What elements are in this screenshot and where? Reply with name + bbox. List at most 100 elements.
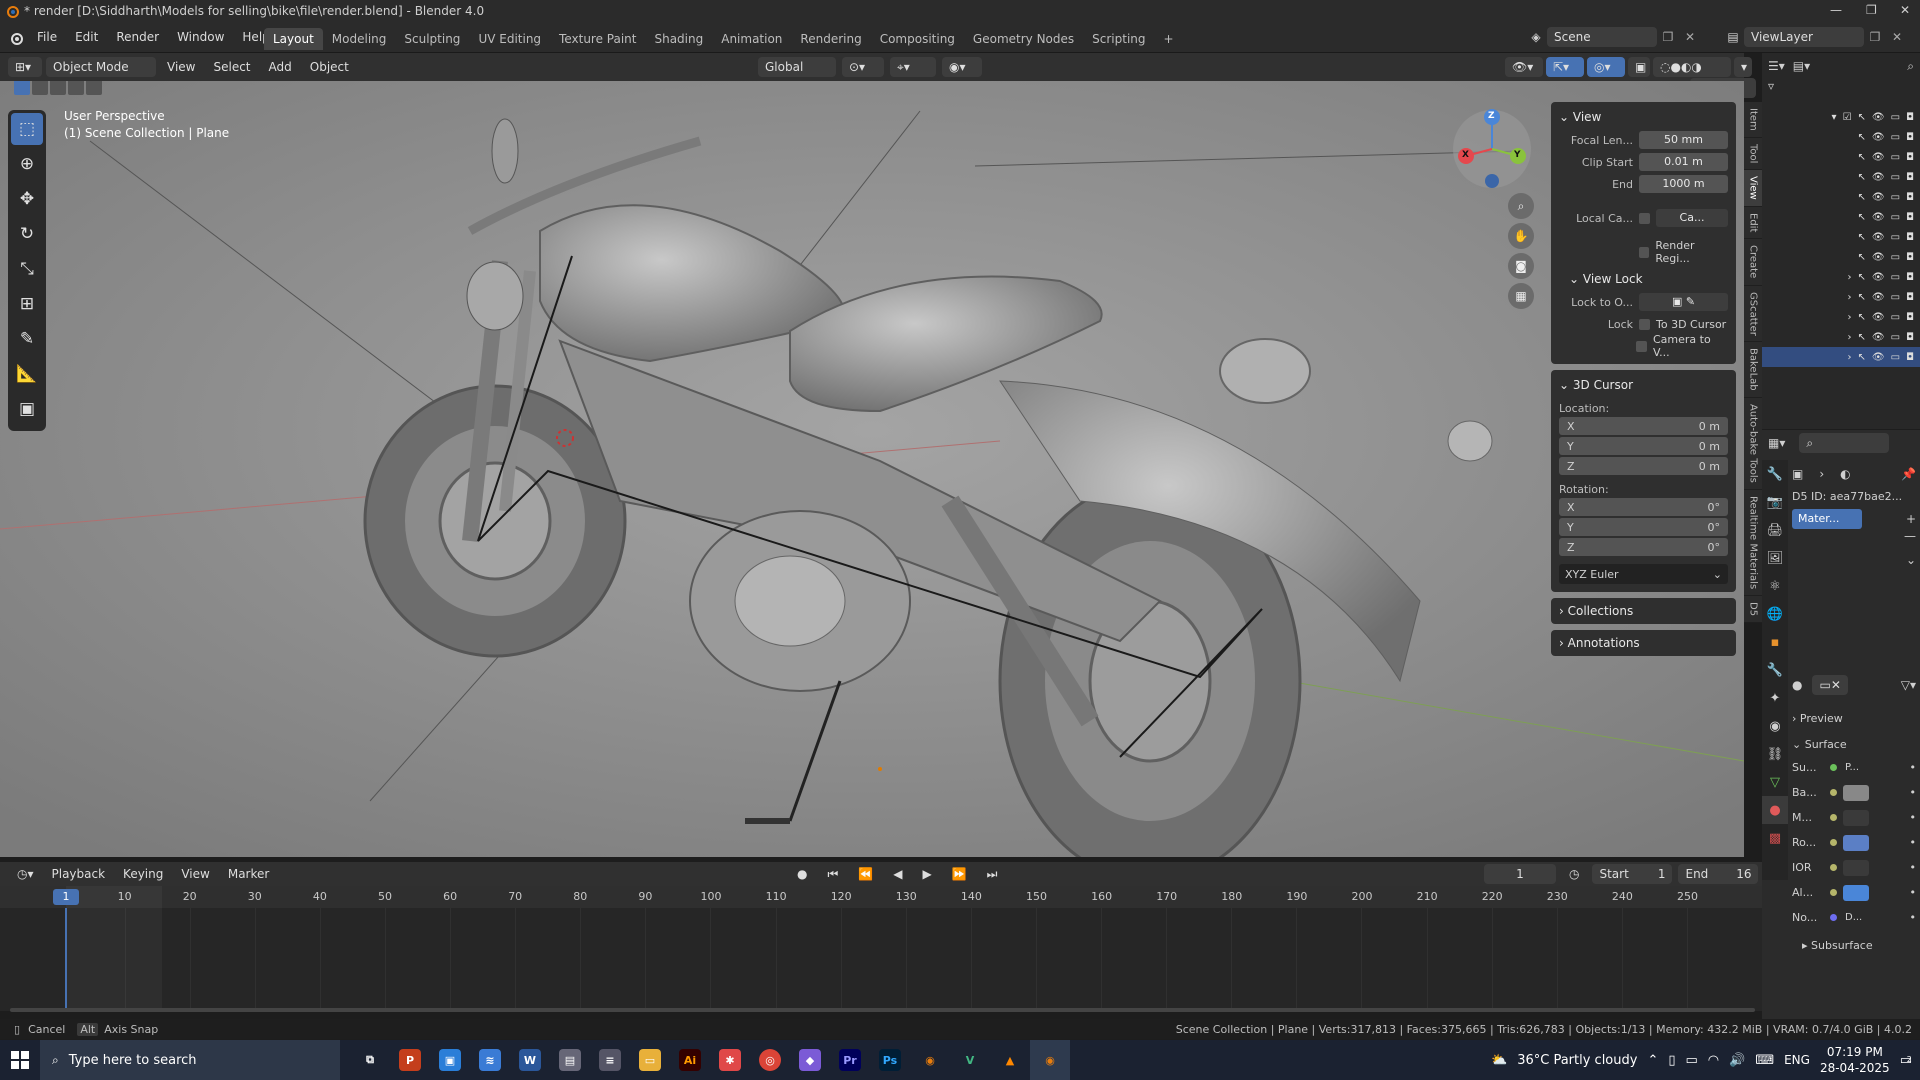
remove-slot-icon[interactable]: — — [1792, 529, 1916, 543]
constraints-props-icon[interactable]: ⛓ — [1762, 740, 1788, 768]
outliner-row[interactable]: ↖ 👁 ▭ ◘ — [1762, 187, 1920, 207]
slot-specials-icon[interactable]: ⌄ — [1792, 553, 1916, 567]
socket-icon[interactable] — [1830, 914, 1837, 921]
tab-uv-editing[interactable]: UV Editing — [469, 28, 550, 50]
outliner-row[interactable]: ↖ 👁 ▭ ◘ — [1762, 247, 1920, 267]
taskbar-search-box[interactable]: ⌕ Type here to search — [40, 1040, 340, 1080]
weather-text[interactable]: 36°C Partly cloudy — [1517, 1053, 1637, 1068]
world-props-icon[interactable]: 🌐 — [1762, 600, 1788, 628]
tab-tool[interactable]: Tool — [1744, 137, 1762, 171]
ortho-grid-icon[interactable]: ▦ — [1508, 283, 1534, 309]
pan-hand-icon[interactable]: ✋ — [1508, 223, 1534, 249]
select-box-icon[interactable]: ⬚ — [11, 113, 43, 145]
socket-icon[interactable] — [1830, 864, 1837, 871]
add-workspace-button[interactable]: + — [1155, 28, 1183, 50]
select-invert-icon[interactable] — [68, 81, 84, 95]
object-props-icon[interactable]: ▪ — [1762, 628, 1788, 656]
tab-gscatter[interactable]: GScatter — [1744, 285, 1762, 343]
select-extend-icon[interactable] — [32, 81, 48, 95]
blender-taskbar-icon[interactable]: ◉ — [910, 1040, 950, 1080]
tab-bakelab[interactable]: BakeLab — [1744, 342, 1762, 398]
keyframe-dot-icon[interactable]: • — [1910, 786, 1917, 799]
physics-props-icon[interactable]: ◉ — [1762, 712, 1788, 740]
material-slot[interactable]: Mater... — [1792, 509, 1862, 529]
menu-select[interactable]: Select — [206, 57, 257, 77]
scene-selector[interactable]: Scene — [1547, 27, 1657, 47]
render-props-icon[interactable]: 📷 — [1762, 488, 1788, 516]
texture-props-icon[interactable]: ▩ — [1762, 824, 1788, 852]
properties-search-input[interactable]: ⌕ — [1799, 433, 1890, 453]
navigation-gizmo[interactable]: Z Y X — [1452, 109, 1532, 189]
overlays-toggle-icon[interactable]: ◎▾ — [1587, 57, 1625, 77]
outliner-editor-icon[interactable]: ☰▾ — [1768, 59, 1785, 73]
surface-input-value[interactable] — [1843, 834, 1869, 851]
output-props-icon[interactable]: 🖨 — [1762, 516, 1788, 544]
play-reverse-icon[interactable]: ◀ — [886, 864, 909, 884]
next-keyframe-icon[interactable]: ⏩ — [945, 864, 974, 884]
weather-icon[interactable]: ⛅ — [1491, 1053, 1507, 1068]
scene-props-icon[interactable]: ⚛ — [1762, 572, 1788, 600]
material-props-icon[interactable]: ● — [1762, 796, 1788, 824]
pin-icon[interactable]: 📌 — [1901, 467, 1916, 481]
outliner-row[interactable]: › ↖ 👁 ▭ ◘ — [1762, 287, 1920, 307]
outliner-row[interactable]: ↖ 👁 ▭ ◘ — [1762, 127, 1920, 147]
minimize-icon[interactable]: — — [1830, 3, 1842, 17]
timeline-view-menu[interactable]: View — [174, 864, 216, 884]
surface-input-value[interactable]: P... — [1843, 760, 1869, 776]
menu-view[interactable]: View — [160, 57, 202, 77]
tab-scripting[interactable]: Scripting — [1083, 28, 1154, 50]
gizmo-z-label[interactable]: Z — [1488, 111, 1495, 121]
surface-input-row[interactable]: IOR • — [1792, 855, 1916, 880]
surface-input-value[interactable]: D... — [1843, 910, 1869, 926]
keyframe-dot-icon[interactable]: • — [1910, 811, 1917, 824]
timeline-marker-menu[interactable]: Marker — [221, 864, 276, 884]
tab-d5[interactable]: D5 — [1744, 596, 1762, 624]
timeline-scrollbar[interactable] — [10, 1008, 1755, 1012]
camera-to-view-checkbox[interactable] — [1636, 340, 1647, 352]
gizmo-toggle-icon[interactable]: ⇱▾ — [1546, 57, 1584, 77]
maximize-icon[interactable]: ❐ — [1866, 3, 1877, 17]
keyframe-dot-icon[interactable]: • — [1910, 886, 1917, 899]
material-filter-icon[interactable]: ▽▾ — [1901, 678, 1916, 692]
surface-input-value[interactable] — [1843, 784, 1869, 801]
transform-orientation-selector[interactable]: Global — [758, 57, 836, 77]
add-cube-icon[interactable]: ▣ — [11, 393, 43, 425]
scene-icon[interactable]: ◈ — [1525, 30, 1547, 44]
tab-edit[interactable]: Edit — [1744, 206, 1762, 240]
transform-icon[interactable]: ⊞ — [11, 288, 43, 320]
measure-icon[interactable]: 📐 — [11, 358, 43, 390]
timeline-keying-menu[interactable]: Keying — [116, 864, 170, 884]
app-gray-icon[interactable]: ▤ — [550, 1040, 590, 1080]
current-frame-field[interactable]: 1 — [1484, 864, 1556, 884]
move-icon[interactable]: ✥ — [11, 183, 43, 215]
photoshop-icon[interactable]: Ps — [870, 1040, 910, 1080]
location-y-field[interactable]: 0 m — [1589, 440, 1728, 453]
subsurface-panel-header[interactable]: ▸ Subsurface — [1792, 936, 1916, 956]
surface-input-row[interactable]: Ro... • — [1792, 830, 1916, 855]
notification-icon[interactable]: ▭ 2 — [1900, 1053, 1912, 1068]
local-camera-field[interactable]: Ca... — [1656, 209, 1728, 227]
outliner-row[interactable]: › ↖ 👁 ▭ ◘ — [1762, 307, 1920, 327]
view-layer-icon[interactable]: ▤ — [1722, 30, 1744, 44]
particles-props-icon[interactable]: ✦ — [1762, 684, 1788, 712]
view-panel-header[interactable]: ⌄ View — [1559, 106, 1728, 128]
local-camera-checkbox[interactable] — [1639, 212, 1650, 224]
surface-input-row[interactable]: No... D... • — [1792, 905, 1916, 930]
tab-sculpting[interactable]: Sculpting — [395, 28, 469, 50]
shading-options-icon[interactable]: ▾ — [1734, 57, 1752, 77]
vue-icon[interactable]: V — [950, 1040, 990, 1080]
pivot-icon[interactable]: ⊙▾ — [842, 57, 884, 77]
microsoft-365-icon[interactable]: ◆ — [790, 1040, 830, 1080]
outliner-row[interactable]: ↖ 👁 ▭ ◘ — [1762, 147, 1920, 167]
tab-view[interactable]: View — [1744, 170, 1762, 207]
collections-panel[interactable]: › Collections — [1551, 598, 1736, 624]
rotation-x-field[interactable]: 0° — [1589, 501, 1728, 514]
socket-icon[interactable] — [1830, 889, 1837, 896]
outliner-row[interactable]: ▾ ☑ ↖ 👁 ▭ ◘ — [1762, 107, 1920, 127]
surface-input-value[interactable] — [1843, 859, 1869, 876]
proportional-edit-icon[interactable]: ◉▾ — [942, 57, 982, 77]
tab-auto-bake-tools[interactable]: Auto-bake Tools — [1744, 398, 1762, 490]
material-browse-icon[interactable]: ● — [1792, 678, 1802, 692]
play-icon[interactable]: ▶ — [915, 864, 938, 884]
outliner-row[interactable]: › ↖ 👁 ▭ ◘ — [1762, 267, 1920, 287]
